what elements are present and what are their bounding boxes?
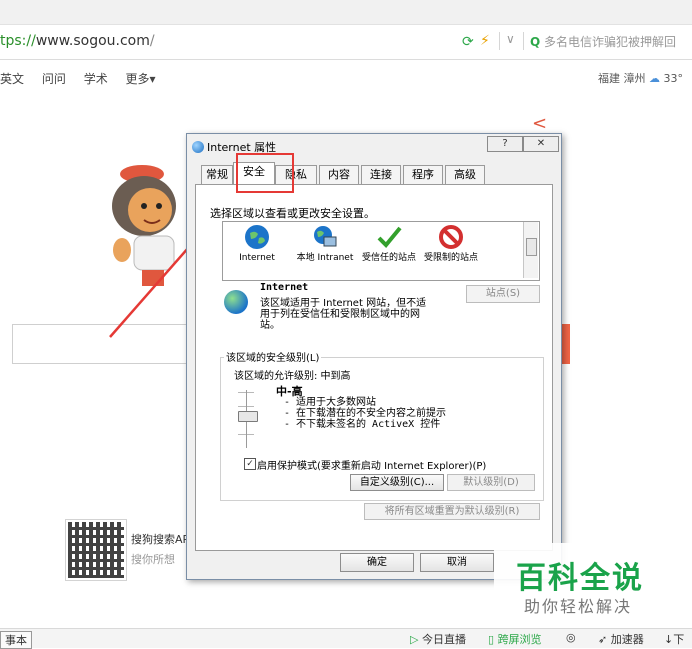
highlight-box [236,153,294,193]
zone-label: 受限制的站点 [423,253,478,263]
weather-location: 福建 漳州 [598,72,646,85]
chevron-down-icon[interactable]: ∨ [506,32,515,46]
level-line: - 适用于大多数网站 [284,397,377,408]
statusbar-label: 跨屏浏览 [497,633,542,646]
default-level-button[interactable]: 默认级别(D) [447,474,535,491]
mascot-illustration [112,165,176,286]
internet-properties-dialog: Internet 属性 ? ✕ 常规 安全 隐私 内容 连接 程序 高级 选择区… [186,133,562,580]
security-slider-thumb[interactable] [238,411,258,422]
allowed-levels-text: 该区域的允许级别: 中到高 [234,371,351,382]
statusbar-label: 下 [673,633,685,646]
nav-link-english[interactable]: 英文 [0,72,24,86]
ok-button[interactable]: 确定 [340,553,414,572]
sites-button[interactable]: 站点(S) [466,285,540,303]
statusbar-notepad[interactable]: 事本 [0,631,32,649]
url-protocol: tps:// [0,33,36,49]
search-hint: 多名电信诈骗犯被押解回 [544,35,677,49]
main-search-button[interactable] [562,324,570,364]
globe-icon [245,225,269,249]
custom-level-button[interactable]: 自定义级别(C)... [350,474,444,491]
url-host: www.sogou.com [35,33,150,49]
level-line: - 不下载未签名的 ActiveX 控件 [284,419,441,430]
protected-mode-checkbox[interactable]: ✓ [244,458,256,470]
nav-link-wenwen[interactable]: 问问 [42,72,66,86]
reset-all-zones-button[interactable]: 将所有区域重置为默认级别(R) [364,503,540,520]
local-intranet-icon [314,226,337,247]
zone-label: 本地 Intranet [296,253,354,263]
zone-scrollbar[interactable] [523,222,538,278]
zone-trusted-sites[interactable]: 受信任的站点 [359,224,419,263]
tab-programs[interactable]: 程序 [403,165,443,184]
nav-link-more[interactable]: 更多▾ [126,72,156,86]
search-icon: Q [530,35,541,49]
download-icon: ↓ [664,633,674,646]
statusbar-cross-screen[interactable]: ▯ 跨屏浏览 [488,631,542,647]
lightning-icon[interactable]: ⚡ [480,33,490,49]
globe-icon [224,290,248,314]
tab-general[interactable]: 常规 [201,165,233,184]
trusted-check-icon [377,226,402,248]
url-text[interactable]: tps://www.sogou.com/ [0,33,155,49]
qr-code [65,519,127,581]
statusbar-camera[interactable]: ◎ [566,631,576,644]
statusbar-label: 加速器 [610,633,644,646]
scrollbar-thumb[interactable] [526,238,537,256]
security-level-group-label: 该区域的安全级别(L) [224,349,322,364]
statusbar-live[interactable]: ▷ 今日直播 [410,631,466,647]
refresh-icon[interactable]: ⟳ [462,34,474,50]
cancel-button[interactable]: 取消 [420,553,494,572]
main-search-input[interactable] [12,324,191,364]
close-button[interactable]: ✕ [523,136,559,152]
divider [499,32,500,50]
camera-icon: ◎ [566,631,576,644]
url-path: / [149,33,155,49]
weather-temperature: 33° [663,72,684,85]
browser-tab-strip [0,0,692,25]
statusbar-label: 今日直播 [421,633,466,646]
level-line: - 在下载潜在的不安全内容之前提示 [284,408,447,419]
security-level-description: - 适用于大多数网站 - 在下载潜在的不安全内容之前提示 - 不下载未签名的 A… [284,397,446,430]
tab-content[interactable]: 内容 [319,165,359,184]
sogou-nav: 英文 问问 学术 更多▾ [0,70,170,87]
protected-mode-label[interactable]: 启用保护模式(要求重新启动 Internet Explorer)(P) [257,457,486,472]
watermark-title: 百科全说 [516,561,644,596]
zone-restricted-sites[interactable]: 受限制的站点 [421,224,481,263]
help-button[interactable]: ? [487,136,523,152]
zone-label: 受信任的站点 [361,253,416,263]
status-bar [0,628,692,648]
zone-internet[interactable]: Internet [227,224,287,263]
top-search-box[interactable]: Q 多名电信诈骗犯被押解回 [530,33,676,50]
statusbar-accelerator[interactable]: ➶ 加速器 [598,631,644,647]
restricted-icon [439,225,463,249]
zone-intro-text: 选择区域以查看或更改安全设置。 [210,207,375,220]
rocket-icon: ➶ [598,633,608,646]
app-promo-subtitle: 搜你所想 [131,553,175,566]
phone-icon: ▯ [488,633,495,646]
app-promo-title[interactable]: 搜狗搜索AP [131,531,189,547]
tab-connections[interactable]: 连接 [361,165,401,184]
nav-link-scholar[interactable]: 学术 [84,72,108,86]
weather-widget[interactable]: 福建 漳州 ☁ 33° [598,70,683,86]
cloud-icon: ☁ [649,72,660,85]
zone-label: Internet [239,253,275,263]
statusbar-download[interactable]: ↓下 [664,631,684,647]
zone-local-intranet[interactable]: 本地 Intranet [295,224,355,263]
ie-logo-icon [192,141,204,153]
security-panel: 选择区域以查看或更改安全设置。 Internet 本地 Intranet 受信任… [195,184,553,551]
share-icon[interactable]: < [532,113,547,134]
zone-info-description: 该区域适用于 Internet 网站，但不适用于列在受信任和受限制区域中的网站。 [260,298,427,331]
divider [523,32,524,50]
tab-advanced[interactable]: 高级 [445,165,485,184]
zone-list: Internet 本地 Intranet 受信任的站点 受限制的站点 [222,221,540,281]
zone-info-title: Internet [260,282,309,293]
play-icon: ▷ [410,633,419,646]
watermark-subtitle: 助你轻松解决 [524,597,633,616]
